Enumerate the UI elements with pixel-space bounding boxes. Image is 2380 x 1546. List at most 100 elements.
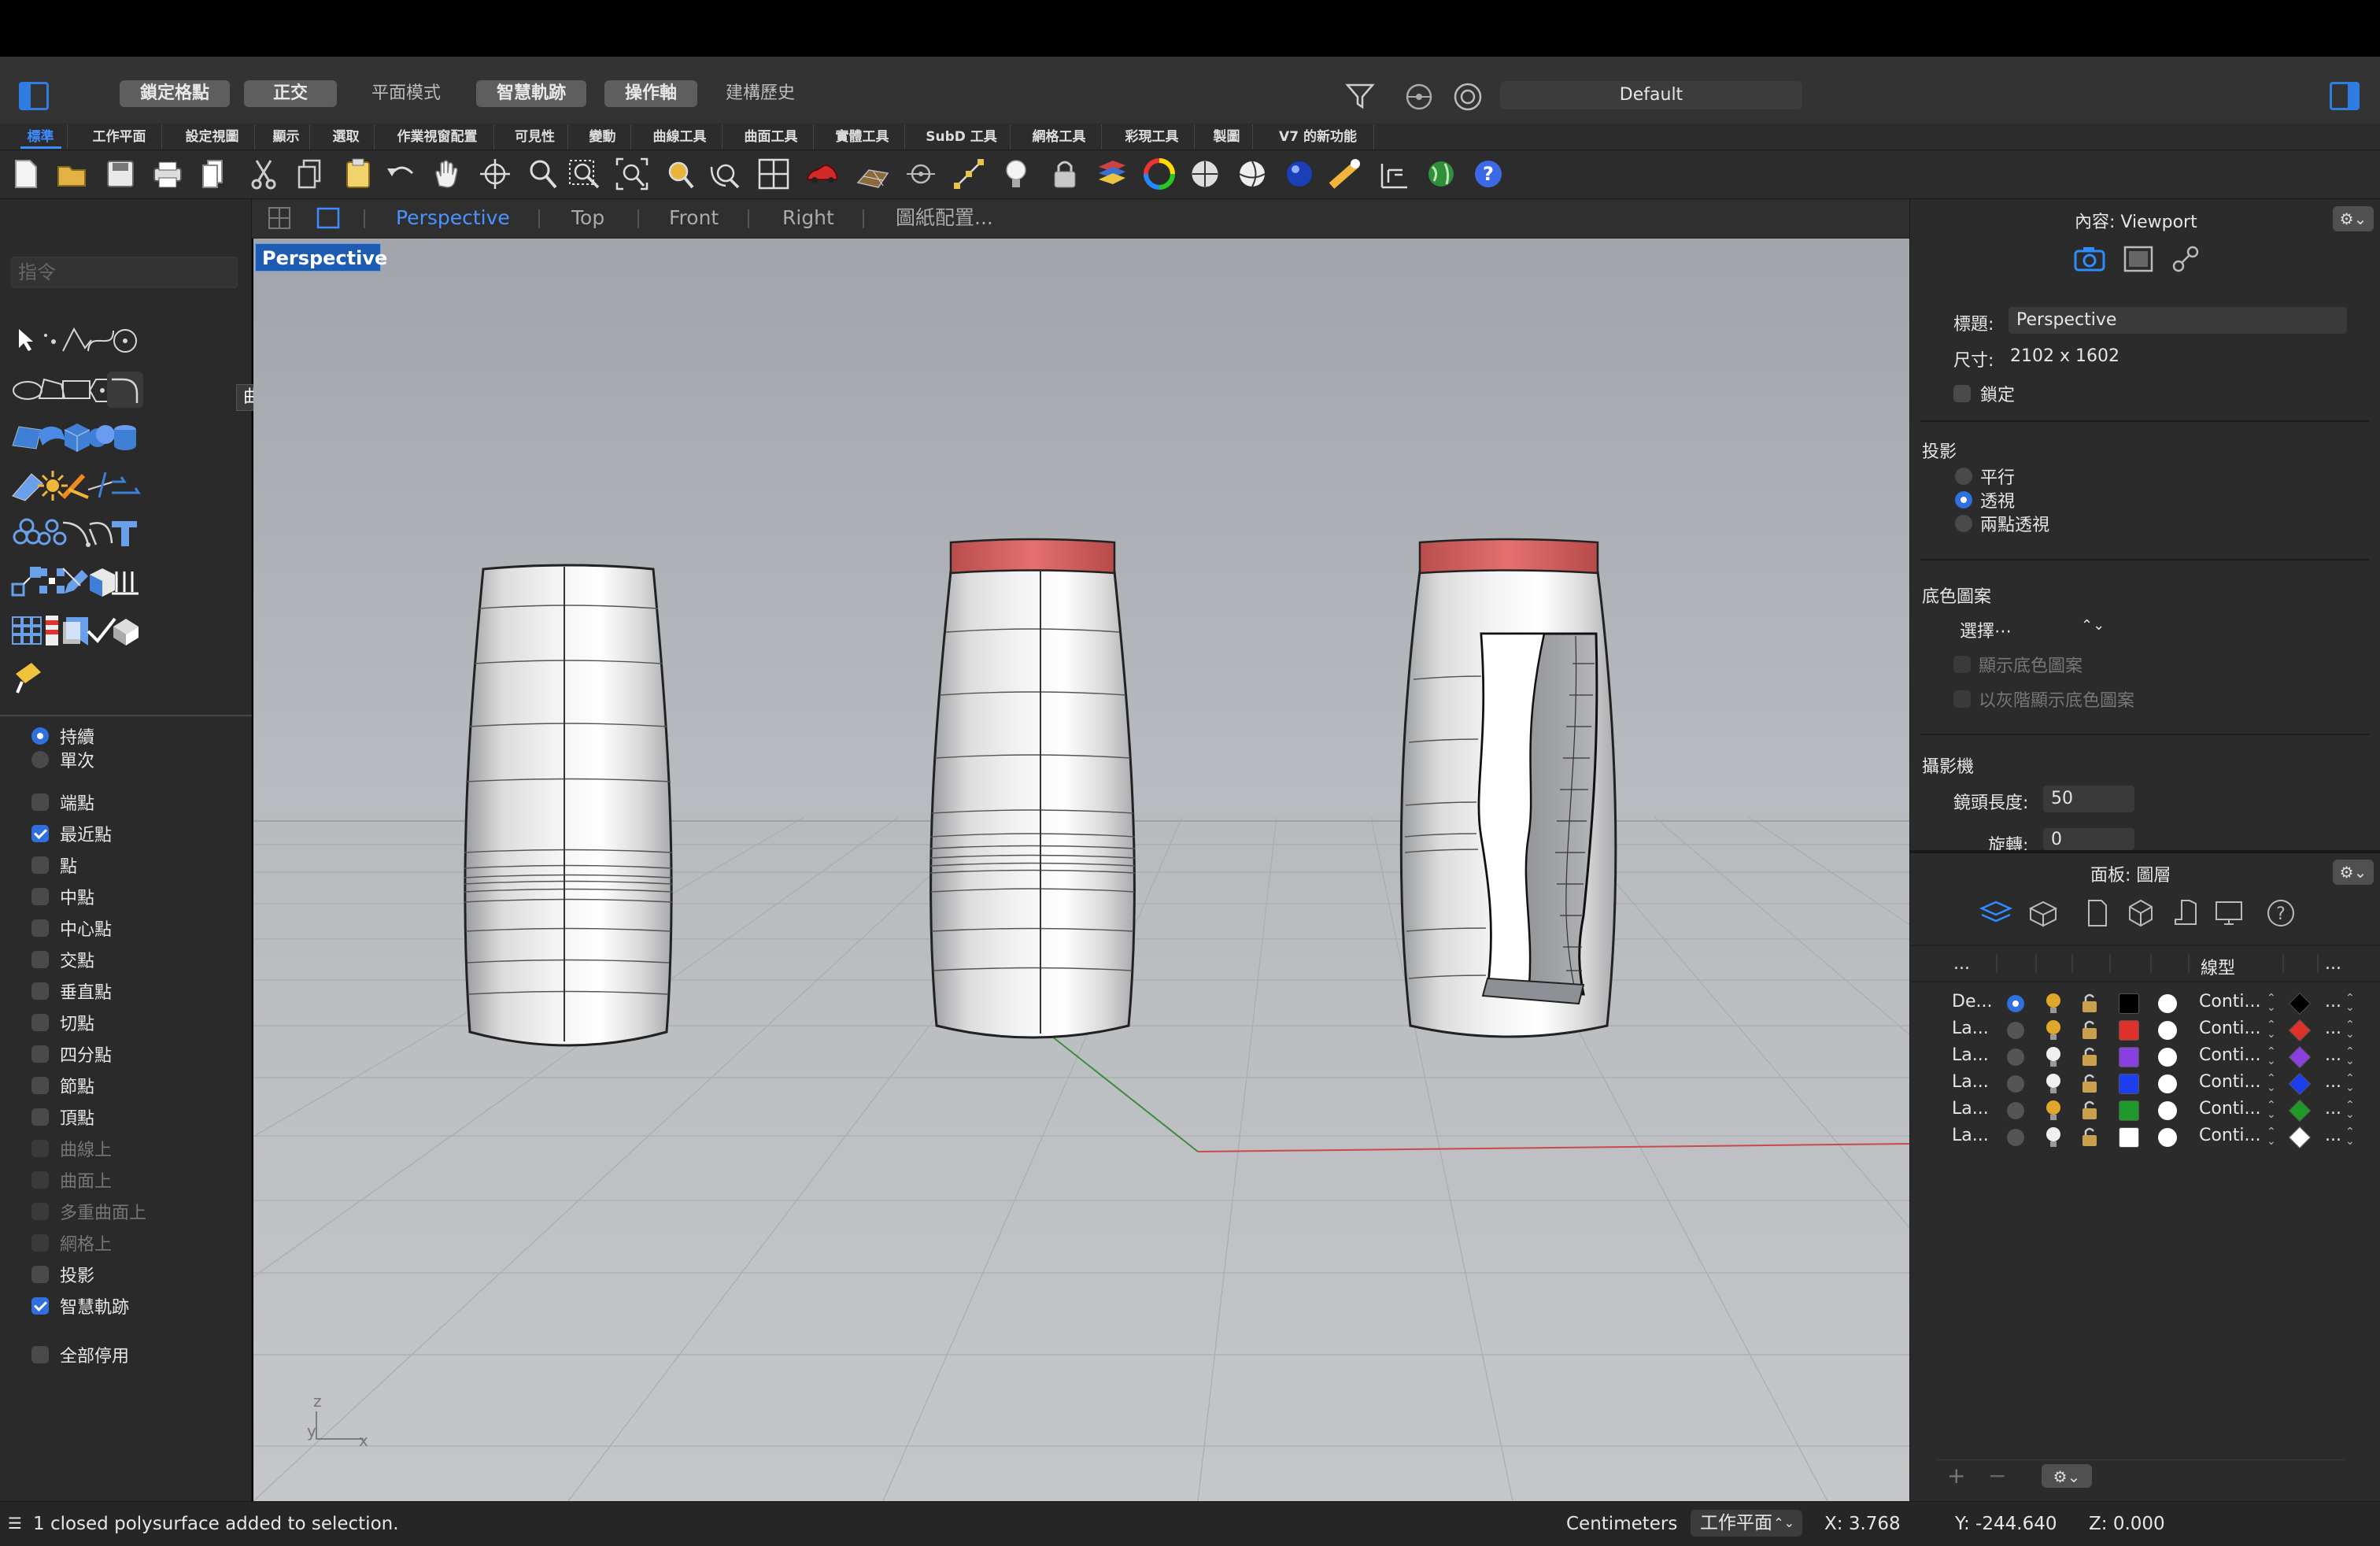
tab-curve-tools[interactable]: 曲線工具 bbox=[638, 124, 722, 150]
layer-current-radio[interactable] bbox=[2007, 1022, 2024, 1039]
osnap-checkbox[interactable] bbox=[31, 1203, 49, 1220]
layer-current-radio[interactable] bbox=[2007, 995, 2024, 1012]
wallpaper-gray-checkbox[interactable] bbox=[1953, 690, 1971, 708]
display-tab-icon[interactable] bbox=[2212, 896, 2246, 930]
osnap-checkbox[interactable] bbox=[31, 1077, 49, 1094]
osnap-row[interactable]: 切點 bbox=[31, 1011, 94, 1034]
grid-layout-icon[interactable] bbox=[268, 206, 291, 230]
osnap-target-icon[interactable] bbox=[1404, 82, 1434, 112]
tab-front[interactable]: Front bbox=[669, 206, 719, 230]
osnap-row[interactable]: 網格上 bbox=[31, 1231, 112, 1255]
new-file-icon[interactable] bbox=[8, 156, 44, 192]
render-sphere-icon[interactable] bbox=[1234, 156, 1270, 192]
rotate-solid-icon[interactable] bbox=[105, 611, 145, 650]
layer-col-name[interactable]: ... bbox=[1953, 954, 1970, 974]
display-mode-select[interactable]: Default bbox=[1500, 81, 1802, 109]
osnap-row[interactable]: 多重曲面上 bbox=[31, 1200, 146, 1223]
osnap-row[interactable]: 中點 bbox=[31, 885, 94, 908]
right-panel-toggle-icon[interactable] bbox=[2330, 82, 2360, 110]
units-label[interactable]: Centimeters bbox=[1566, 1514, 1677, 1534]
osnap-checkbox[interactable] bbox=[31, 1108, 49, 1126]
layer-stack-icon[interactable] bbox=[1094, 156, 1130, 192]
print-icon[interactable] bbox=[150, 156, 186, 192]
osnap-checkbox[interactable] bbox=[31, 982, 49, 1000]
camera-icon[interactable] bbox=[2073, 244, 2106, 272]
lock-checkbox-row[interactable]: 鎖定 bbox=[1953, 381, 2015, 406]
snap-toggle-button[interactable]: 鎖定格點 bbox=[120, 80, 230, 107]
lock-icon[interactable] bbox=[2079, 1099, 2100, 1123]
osnap-row[interactable]: 垂直點 bbox=[31, 979, 112, 1003]
layers-tab-icon[interactable] bbox=[1979, 896, 2013, 930]
layer-more[interactable]: ... bbox=[2325, 992, 2341, 1012]
osnap-checkbox[interactable] bbox=[31, 856, 49, 874]
tab-v7-new[interactable]: V7 的新功能 bbox=[1262, 124, 1374, 150]
help-icon[interactable]: ? bbox=[1470, 156, 1506, 192]
material-circle-icon[interactable] bbox=[2158, 1101, 2177, 1120]
color-wheel-icon[interactable] bbox=[1141, 156, 1177, 192]
layer-linetype[interactable]: Conti... bbox=[2199, 1126, 2260, 1145]
layer-name[interactable]: La... bbox=[1952, 1099, 1989, 1119]
planar-toggle-button[interactable]: 平面模式 bbox=[354, 80, 458, 107]
osnap-row[interactable]: 頂點 bbox=[31, 1105, 94, 1129]
tab-visibility[interactable]: 可見性 bbox=[502, 124, 568, 150]
disable-all-osnaps[interactable]: 全部停用 bbox=[31, 1343, 129, 1367]
list-icon[interactable]: ☰ bbox=[8, 1514, 22, 1533]
add-layer-button[interactable]: + bbox=[1947, 1463, 1965, 1489]
layer-current-radio[interactable] bbox=[2007, 1075, 2024, 1093]
lens-input[interactable]: 50 bbox=[2043, 786, 2134, 812]
osnap-checkbox[interactable] bbox=[31, 951, 49, 968]
open-icon[interactable] bbox=[54, 156, 90, 192]
objects-tab-icon[interactable] bbox=[2123, 896, 2158, 930]
materials-tab-icon[interactable] bbox=[2026, 896, 2060, 930]
help-tab-icon[interactable]: ? bbox=[2264, 896, 2298, 930]
layer-current-radio[interactable] bbox=[2007, 1102, 2024, 1119]
layer-more[interactable]: ... bbox=[2325, 1072, 2341, 1092]
wallpaper-show-row[interactable]: 顯示底色圖案 bbox=[1953, 652, 2082, 677]
layer-current-radio[interactable] bbox=[2007, 1129, 2024, 1146]
mirror-icon[interactable] bbox=[105, 466, 145, 505]
layer-linetype[interactable]: Conti... bbox=[2199, 1099, 2260, 1119]
layer-col-linetype[interactable]: 線型 bbox=[2201, 954, 2235, 979]
paste-icon[interactable] bbox=[340, 156, 376, 192]
lock-icon[interactable] bbox=[2079, 1045, 2100, 1069]
material-circle-icon[interactable] bbox=[2158, 994, 2177, 1013]
osnap-row[interactable]: 節點 bbox=[31, 1074, 94, 1097]
tab-mesh-tools[interactable]: 網格工具 bbox=[1017, 124, 1102, 150]
snap-points-icon[interactable] bbox=[951, 156, 987, 192]
lock-icon[interactable] bbox=[1047, 156, 1083, 192]
perspective-viewport[interactable]: z y x bbox=[253, 239, 1909, 1501]
tab-right[interactable]: Right bbox=[782, 206, 834, 230]
osnap-checkbox[interactable] bbox=[31, 793, 49, 811]
ortho-toggle-button[interactable]: 正交 bbox=[244, 80, 337, 107]
material-circle-icon[interactable] bbox=[2158, 1128, 2177, 1147]
light-bulb-icon[interactable] bbox=[2043, 1045, 2064, 1069]
fillet-curve-icon[interactable] bbox=[105, 370, 145, 409]
link-icon[interactable] bbox=[2171, 244, 2201, 274]
zoom-extents-icon[interactable] bbox=[614, 156, 650, 192]
lock-icon[interactable] bbox=[2079, 992, 2100, 1015]
tab-viewport-layout[interactable]: 作業視窗配置 bbox=[381, 124, 494, 150]
layer-color-swatch[interactable] bbox=[2119, 1127, 2139, 1148]
smarttrack-toggle-button[interactable]: 智慧軌跡 bbox=[476, 80, 586, 107]
four-viewports-icon[interactable] bbox=[756, 156, 792, 192]
light-bulb-icon[interactable] bbox=[2043, 992, 2064, 1015]
light-bulb-icon[interactable] bbox=[998, 156, 1034, 192]
projection-perspective-radio[interactable] bbox=[1955, 491, 1972, 509]
record-icon[interactable] bbox=[1453, 82, 1483, 112]
lock-icon[interactable] bbox=[2079, 1072, 2100, 1096]
layer-linetype[interactable]: Conti... bbox=[2199, 1045, 2260, 1065]
osnap-row[interactable]: 投影 bbox=[31, 1263, 94, 1286]
osnap-row[interactable]: 點 bbox=[31, 853, 77, 877]
copy-icon[interactable] bbox=[293, 156, 329, 192]
osnap-row[interactable]: 端點 bbox=[31, 790, 94, 814]
projection-parallel-radio[interactable] bbox=[1955, 468, 1972, 485]
radio-once[interactable] bbox=[31, 751, 49, 768]
layer-name[interactable]: La... bbox=[1952, 1126, 1989, 1145]
filter-icon[interactable] bbox=[1344, 80, 1376, 112]
tab-display[interactable]: 顯示 bbox=[263, 124, 310, 150]
layer-linetype[interactable]: Conti... bbox=[2199, 992, 2260, 1012]
layer-linetype[interactable]: Conti... bbox=[2199, 1019, 2260, 1038]
align-icon[interactable] bbox=[105, 562, 145, 601]
document-tab-icon[interactable] bbox=[2079, 896, 2114, 930]
tab-layouts[interactable]: 圖紙配置... bbox=[896, 206, 993, 230]
